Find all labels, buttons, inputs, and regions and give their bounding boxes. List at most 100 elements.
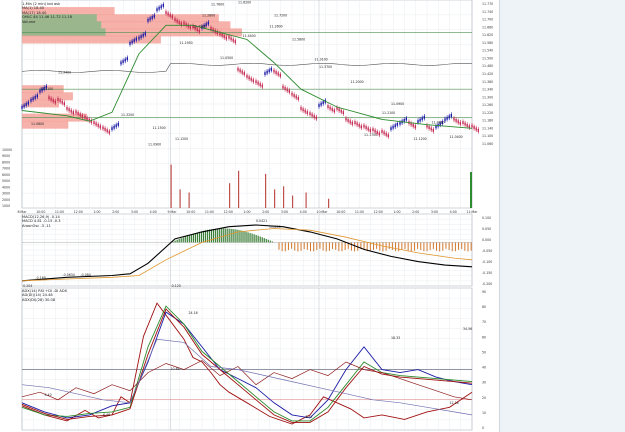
candle-body [77,111,79,115]
candle-body [264,72,266,75]
macd-histogram-bar [376,242,378,249]
candle-body [135,37,137,41]
macd-histogram-bar [341,242,343,252]
candle-body [50,97,52,101]
candle-body [248,76,250,80]
macd-histogram-bar [259,236,261,243]
macd-annotation: -0.160 [36,276,46,280]
volume-bar [170,164,172,208]
candle-body [183,21,185,25]
candle-body [318,104,320,107]
macd-histogram-bar [325,242,327,252]
macd-histogram-bar [245,231,247,243]
candle-body [302,108,304,112]
candle-body [414,125,416,129]
candle-body [322,101,324,105]
candle-body [309,112,311,116]
macd-histogram-bar [294,242,296,251]
macd-histogram-bar [429,242,431,250]
candle-body [374,129,376,133]
macd-histogram-bar [281,242,283,252]
candle-body [327,105,329,109]
volume-tick-label: 2000 [2,198,10,202]
candle-body [421,117,423,121]
candle-body [349,120,351,124]
volume-tick-label: 6000 [2,173,10,177]
candle-body [246,75,248,78]
adx-annotation: 6.48 [103,413,110,417]
x-tick-label: 12:00 [74,210,83,214]
y-tick-label: 11.220 [482,111,493,115]
candle-body [144,32,146,36]
adx-annotation: 12.18 [450,401,459,405]
volume-bar [274,189,276,208]
macd-histogram-bar [306,242,308,250]
macd-histogram-bar [423,242,425,252]
x-tick-label: 4:00 [150,210,157,214]
price-annotation: 11.1500 [153,126,166,130]
price-annotation: 11.7200 [274,14,287,18]
candle-body [57,98,59,101]
x-tick-label: 4:00 [300,210,307,214]
macd-histogram-bar [190,234,192,243]
y-tick-label: 11.100 [482,134,493,138]
candle-body [392,125,394,129]
volume-bar [292,195,294,208]
macd-histogram-bar [257,235,259,243]
y-tick-label: 50 [482,350,486,354]
y-tick-label: 11.580 [482,41,493,45]
candle-body [369,128,371,132]
macd-annotation: -0.0634 [63,273,75,277]
macd-annotation: 0.0421 [256,219,267,223]
y-tick-label: 11.540 [482,49,493,53]
candle-body [284,87,286,90]
candle-body [160,5,162,9]
candle-body [403,119,405,122]
candle-body [59,99,61,103]
price-annotation: 11.2000 [351,80,364,84]
candle-body [340,109,342,113]
y-tick-label: 11.770 [482,2,493,6]
macd-histogram-bar [202,230,205,243]
candle-body [79,113,81,117]
x-tick-label: 8:Mar [17,210,27,214]
y-tick-label: -0.050 [482,249,492,253]
y-tick-label: 60 [482,335,486,339]
candle-body [347,119,349,122]
candle-body [450,114,452,117]
candle-body [241,70,243,74]
candle-body [428,126,430,129]
adx-annotation: 24.16 [189,311,198,315]
candle-body [471,124,473,128]
macd-histogram-bar [223,228,225,243]
x-tick-label: 3:00 [131,210,138,214]
empty-margin [500,0,625,432]
candle-body [396,122,398,126]
y-tick-label: 0.050 [482,227,491,231]
candle-body [311,113,313,117]
candle-body [124,58,126,62]
candle-body [363,124,365,128]
y-tick-label: 11.300 [482,95,493,99]
candle-body [338,108,340,112]
candle-body [108,130,110,134]
macd-histogram-bar [278,242,280,250]
macd-histogram-bar [470,242,472,251]
candle-body [30,98,32,102]
volume-tick-label: 9000 [2,154,10,158]
volume-tick-label: 3000 [2,192,10,196]
adx-legend: ADX(14) RSI +DI -DI ADX AD(DI)(14) 24.48… [22,289,67,302]
candle-body [477,128,479,132]
macd-histogram-bar [436,242,437,251]
candle-body [417,120,419,123]
macd-histogram-bar [267,239,269,243]
candle-body [151,16,153,19]
macd-histogram-bar [184,236,186,243]
macd-histogram-bar [263,238,265,243]
x-tick-label: 12:00 [224,210,233,214]
candle-body [252,79,254,83]
candle-body [390,127,392,131]
candle-body [275,71,277,74]
candle-body [365,126,367,129]
y-tick-label: 30 [482,381,486,385]
